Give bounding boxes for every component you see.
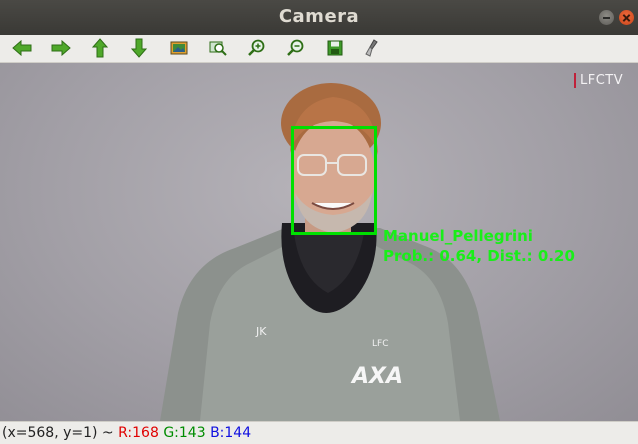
pan-down-button[interactable] — [127, 37, 151, 59]
channel-watermark: LFCTV — [574, 73, 623, 88]
pixel-green-value: G:143 — [163, 425, 206, 441]
detection-name-label: Manuel_Pellegrini — [383, 227, 533, 245]
arrow-down-icon — [131, 38, 147, 58]
save-icon — [327, 40, 343, 56]
minimize-button[interactable] — [599, 10, 614, 25]
properties-button[interactable] — [362, 37, 386, 59]
camera-view[interactable]: JK LFC AXA LFCTV Manuel_Pellegrini Prob.… — [0, 63, 638, 421]
toolbar — [0, 35, 638, 63]
arrow-up-icon — [92, 38, 108, 58]
arrow-right-icon — [51, 40, 71, 56]
arrow-left-icon — [12, 40, 32, 56]
zoom-original-button[interactable] — [167, 37, 191, 59]
pan-left-button[interactable] — [10, 37, 34, 59]
pan-up-button[interactable] — [88, 37, 112, 59]
save-button[interactable] — [323, 37, 347, 59]
zoom-fit-button[interactable] — [206, 37, 230, 59]
pixel-red-value: R:168 — [118, 425, 159, 441]
properties-icon — [365, 39, 378, 57]
pan-right-button[interactable] — [49, 37, 73, 59]
detection-prob-label: Prob.: 0.64, Dist.: 0.20 — [383, 247, 575, 265]
zoom-in-button[interactable] — [245, 37, 269, 59]
close-button[interactable] — [619, 10, 634, 25]
zoom-out-button[interactable] — [284, 37, 308, 59]
pixel-blue-value: B:144 — [210, 425, 252, 441]
image-icon — [170, 41, 188, 55]
zoom-fit-icon — [209, 41, 227, 56]
title-bar: Camera — [0, 0, 638, 35]
zoom-in-icon — [248, 39, 265, 56]
jacket-sponsor: AXA — [350, 364, 403, 389]
cursor-coords: (x=568, y=1) ~ — [2, 425, 119, 441]
status-bar: (x=568, y=1) ~ R:168 G:143 B:144 — [0, 421, 638, 444]
zoom-out-icon — [287, 39, 304, 56]
camera-frame-image: JK LFC AXA — [160, 83, 500, 421]
window-title: Camera — [278, 6, 360, 27]
jacket-club-crest: LFC — [372, 339, 388, 349]
face-detection-box — [291, 126, 377, 235]
jacket-initials: JK — [255, 325, 267, 338]
